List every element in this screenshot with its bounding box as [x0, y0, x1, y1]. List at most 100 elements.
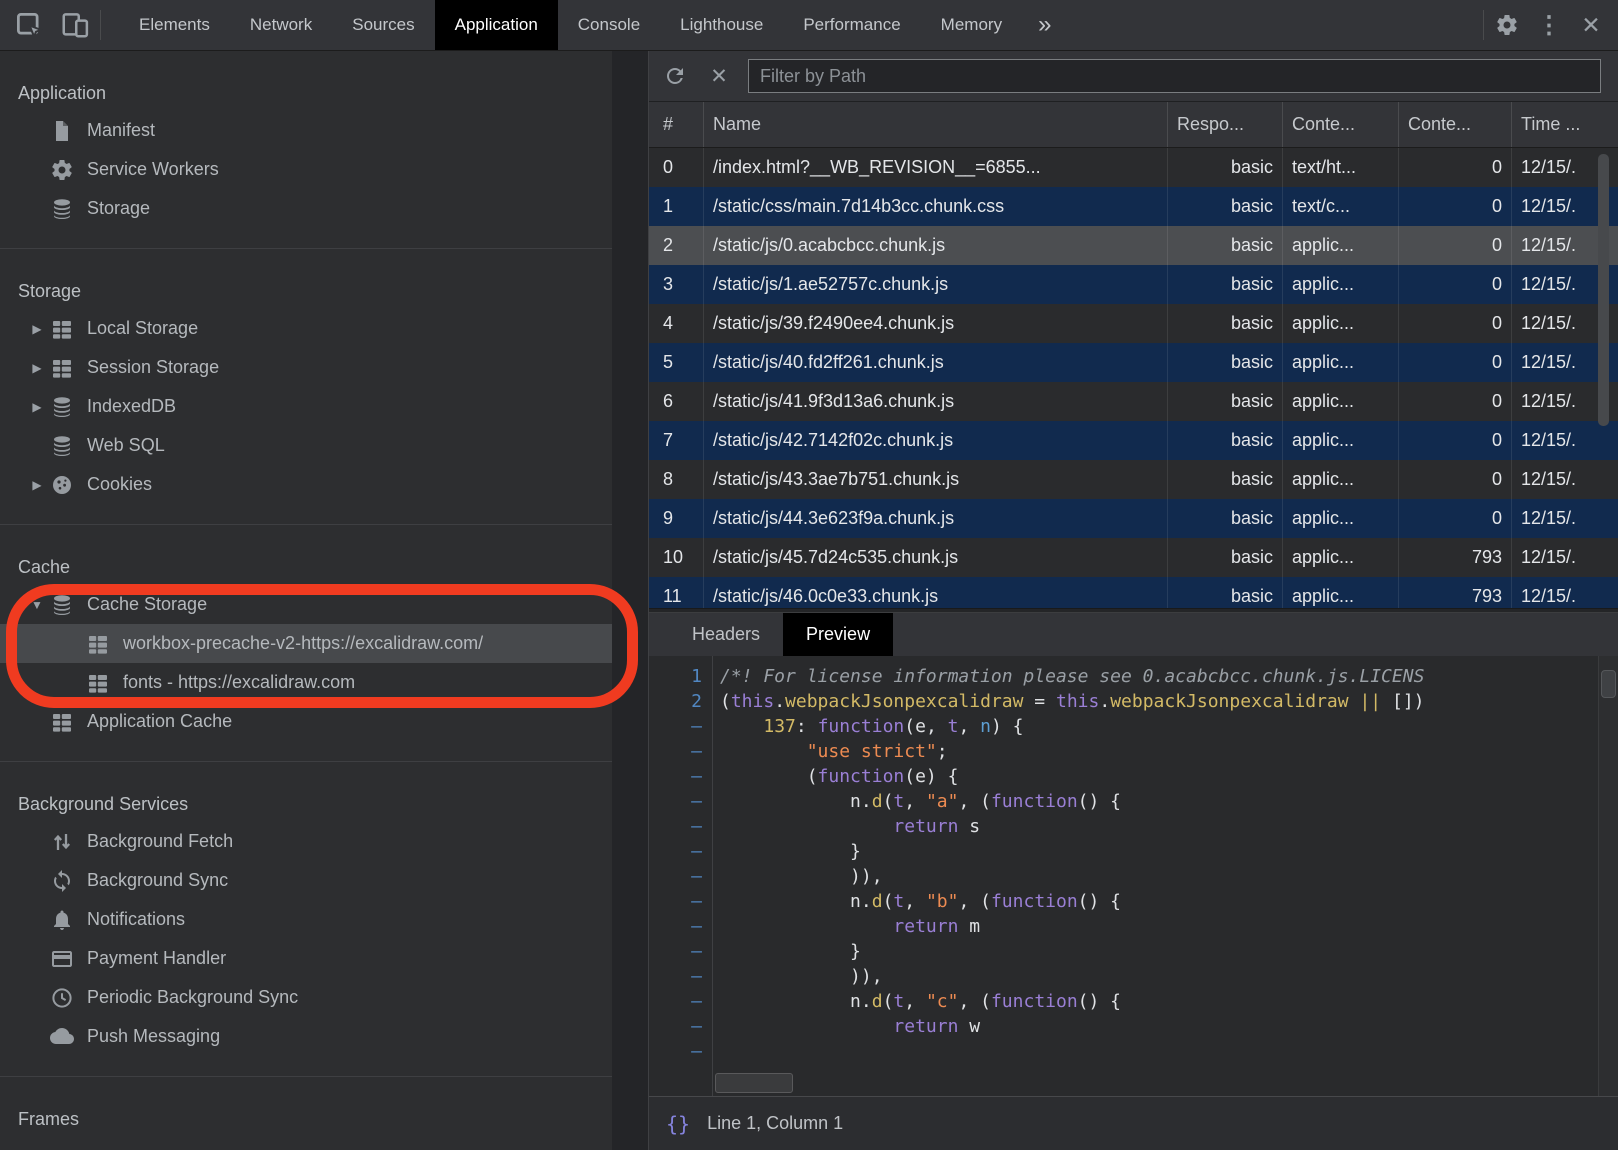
sidebar-item-periodic-background-sync[interactable]: Periodic Background Sync — [0, 978, 612, 1017]
tab-elements[interactable]: Elements — [119, 0, 230, 50]
column-header-name[interactable]: Name — [704, 102, 1168, 147]
preview-tabbar: HeadersPreview — [649, 613, 1618, 656]
vertical-scrollbar-track[interactable] — [1598, 656, 1618, 1096]
sidebar-item-fonts-https-excalidraw-com[interactable]: fonts - https://excalidraw.com — [0, 663, 612, 702]
sidebar-item-manifest[interactable]: Manifest — [0, 111, 612, 150]
table-row[interactable]: 7/static/js/42.7142f02c.chunk.jsbasicapp… — [649, 421, 1618, 460]
chevron-down-icon[interactable]: ▼ — [24, 598, 50, 612]
table-row[interactable]: 5/static/js/40.fd2ff261.chunk.jsbasicapp… — [649, 343, 1618, 382]
tab-lighthouse[interactable]: Lighthouse — [660, 0, 783, 50]
tab-performance[interactable]: Performance — [783, 0, 920, 50]
table-row[interactable]: 4/static/js/39.f2490ee4.chunk.jsbasicapp… — [649, 304, 1618, 343]
tab-application[interactable]: Application — [435, 0, 558, 50]
code-line: /*! For license information please see 0… — [720, 664, 1425, 689]
sidebar-item-label: Local Storage — [87, 318, 198, 339]
cache-table-rows: 0/index.html?__WB_REVISION__=6855...basi… — [649, 148, 1618, 608]
panel-splitter[interactable] — [612, 51, 648, 1150]
table-row[interactable]: 6/static/js/41.9f3d13a6.chunk.jsbasicapp… — [649, 382, 1618, 421]
row-content-length: 0 — [1399, 148, 1512, 187]
code-line: 137: function(e, t, n) { — [720, 714, 1425, 739]
code-line: (function(e) { — [720, 764, 1425, 789]
row-name: /static/js/44.3e623f9a.chunk.js — [704, 499, 1168, 538]
row-content-length: 0 — [1399, 265, 1512, 304]
code-line: n.d(t, "a", (function() { — [720, 789, 1425, 814]
column-header-content-type[interactable]: Conte... — [1283, 102, 1399, 147]
chevron-right-icon[interactable]: ▶ — [24, 322, 50, 336]
sidebar-item-service-workers[interactable]: Service Workers — [0, 150, 612, 189]
table-row[interactable]: 9/static/js/44.3e623f9a.chunk.jsbasicapp… — [649, 499, 1618, 538]
filter-by-path-input[interactable] — [748, 59, 1601, 93]
tab-network[interactable]: Network — [230, 0, 332, 50]
row-content-length: 0 — [1399, 187, 1512, 226]
row-response-type: basic — [1168, 187, 1283, 226]
preview-tab-headers[interactable]: Headers — [669, 613, 783, 656]
clock-icon — [50, 986, 74, 1010]
sidebar-item-local-storage[interactable]: ▶ Local Storage — [0, 309, 612, 348]
table-row[interactable]: 2/static/js/0.acabcbcc.chunk.jsbasicappl… — [649, 226, 1618, 265]
table-row[interactable]: 8/static/js/43.3ae7b751.chunk.jsbasicapp… — [649, 460, 1618, 499]
updown-arrows-icon — [50, 830, 74, 854]
devtools-tabbar: ElementsNetworkSourcesApplicationConsole… — [0, 0, 1618, 51]
sidebar-item-cookies[interactable]: ▶Cookies — [0, 465, 612, 504]
row-response-type: basic — [1168, 577, 1283, 608]
gear-icon — [50, 158, 74, 182]
more-tabs-icon[interactable]: » — [1022, 0, 1067, 50]
inspect-element-icon[interactable] — [14, 10, 44, 40]
sidebar-item-cache-storage[interactable]: ▼Cache Storage — [0, 585, 612, 624]
horizontal-scrollbar-thumb[interactable] — [715, 1073, 793, 1093]
table-row[interactable]: 1/static/css/main.7d14b3cc.chunk.cssbasi… — [649, 187, 1618, 226]
sidebar-item-label: Storage — [87, 198, 150, 219]
table-row[interactable]: 10/static/js/45.7d24c535.chunk.jsbasicap… — [649, 538, 1618, 577]
code-content[interactable]: /*! For license information please see 0… — [713, 656, 1425, 1096]
tabbar-separator — [100, 10, 101, 40]
line-number: – — [649, 814, 712, 839]
devtools-window: ElementsNetworkSourcesApplicationConsole… — [0, 0, 1618, 1150]
table-row[interactable]: 0/index.html?__WB_REVISION__=6855...basi… — [649, 148, 1618, 187]
sidebar-item-application-cache[interactable]: Application Cache — [0, 702, 612, 741]
row-time: 12/15/. — [1512, 499, 1618, 538]
tab-console[interactable]: Console — [558, 0, 660, 50]
sidebar-item-background-fetch[interactable]: Background Fetch — [0, 822, 612, 861]
sidebar-item-push-messaging[interactable]: Push Messaging — [0, 1017, 612, 1056]
kebab-menu-icon[interactable]: ⋮ — [1530, 6, 1568, 44]
sidebar-item-storage[interactable]: Storage — [0, 189, 612, 228]
table-scrollbar-thumb[interactable] — [1598, 154, 1609, 426]
vertical-scrollbar-thumb[interactable] — [1601, 670, 1616, 698]
table-icon — [50, 710, 74, 734]
sidebar-item-payment-handler[interactable]: Payment Handler — [0, 939, 612, 978]
close-devtools-icon[interactable]: ✕ — [1572, 6, 1610, 44]
code-line: return m — [720, 914, 1425, 939]
table-row[interactable]: 11/static/js/46.0c0e33.chunk.jsbasicappl… — [649, 577, 1618, 608]
tab-memory[interactable]: Memory — [921, 0, 1022, 50]
device-toolbar-icon[interactable] — [60, 10, 90, 40]
column-header-response-type[interactable]: Respo... — [1168, 102, 1283, 147]
preview-tab-preview[interactable]: Preview — [783, 613, 893, 656]
chevron-right-icon[interactable]: ▶ — [24, 478, 50, 492]
sidebar-item-notifications[interactable]: Notifications — [0, 900, 612, 939]
table-row[interactable]: 3/static/js/1.ae52757c.chunk.jsbasicappl… — [649, 265, 1618, 304]
settings-gear-icon[interactable] — [1488, 6, 1526, 44]
sidebar-item-workbox-precache-v2-https-excalidraw-com[interactable]: workbox-precache-v2-https://excalidraw.c… — [0, 624, 612, 663]
clear-icon[interactable]: ✕ — [707, 64, 731, 88]
tab-sources[interactable]: Sources — [332, 0, 434, 50]
sidebar-item-label: Periodic Background Sync — [87, 987, 298, 1008]
sidebar-item-indexeddb[interactable]: ▶IndexedDB — [0, 387, 612, 426]
line-number: 1 — [649, 664, 712, 689]
sidebar-item-web-sql[interactable]: Web SQL — [0, 426, 612, 465]
column-header-time[interactable]: Time ... — [1512, 102, 1618, 147]
section-title: Storage — [0, 273, 612, 309]
chevron-right-icon[interactable]: ▶ — [24, 361, 50, 375]
row-name: /static/js/1.ae52757c.chunk.js — [704, 265, 1168, 304]
sidebar-item-session-storage[interactable]: ▶Session Storage — [0, 348, 612, 387]
column-header-index[interactable]: # — [649, 102, 704, 147]
row-response-type: basic — [1168, 499, 1283, 538]
chevron-right-icon[interactable]: ▶ — [24, 400, 50, 414]
row-index: 8 — [649, 460, 704, 499]
braces-icon[interactable]: {} — [666, 1112, 690, 1136]
sidebar-item-label: Notifications — [87, 909, 185, 930]
table-icon — [86, 632, 110, 656]
column-header-content-length[interactable]: Conte... — [1399, 102, 1512, 147]
refresh-icon[interactable] — [663, 64, 687, 88]
sidebar-item-background-sync[interactable]: Background Sync — [0, 861, 612, 900]
section-title: Cache — [0, 549, 612, 585]
